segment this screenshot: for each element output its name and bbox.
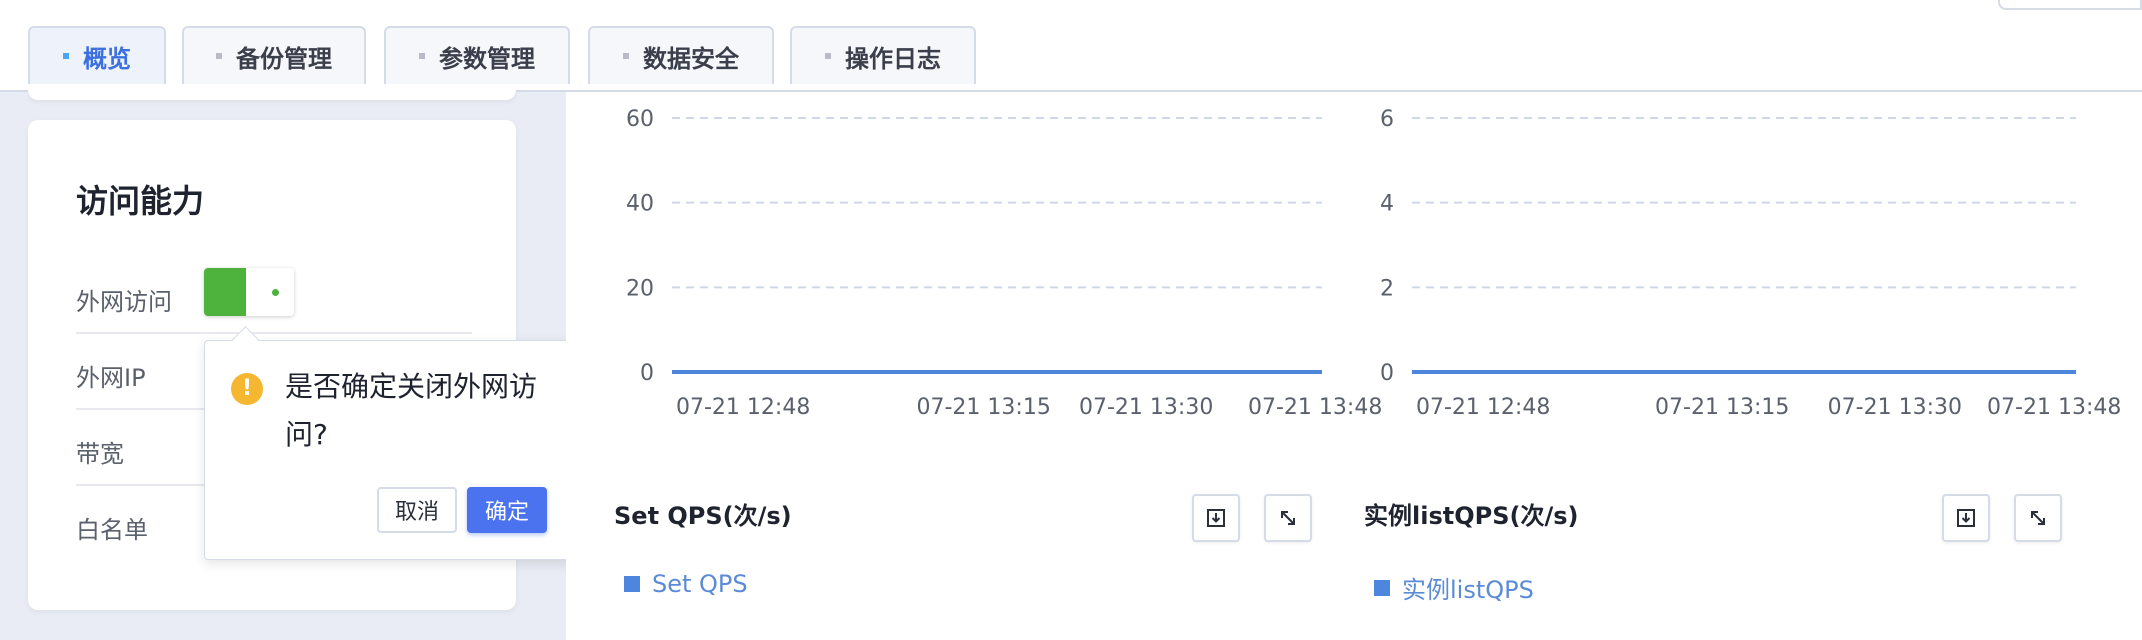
cancel-button[interactable]: 取消 [377, 487, 457, 533]
tab-dot-icon [63, 53, 69, 59]
confirm-button[interactable]: 确定 [467, 487, 547, 533]
tab-dot-icon [216, 53, 222, 59]
y-tick-label: 6 [1380, 107, 1394, 132]
y-tick-label: 60 [626, 107, 654, 132]
chart-title-set-qps: Set QPS(次/s) [614, 502, 792, 530]
y-tick-label: 2 [1380, 276, 1394, 301]
legend-list-qps[interactable]: 实例listQPS [1374, 570, 1534, 605]
x-tick-label: 07-21 13:48 [1987, 395, 2121, 420]
x-tick-label: 07-21 12:48 [1416, 395, 1550, 420]
x-tick-label: 07-21 12:48 [676, 395, 810, 420]
tab-label: 概览 [83, 44, 131, 73]
x-tick-label: 07-21 13:30 [1828, 395, 1962, 420]
public-access-switch[interactable] [204, 268, 294, 316]
access-card-title: 访问能力 [76, 182, 205, 220]
tab-overview[interactable]: 概览 [28, 26, 166, 84]
download-button[interactable] [1192, 494, 1240, 542]
row-label: 外网IP [76, 364, 146, 392]
switch-knob [272, 289, 279, 296]
download-icon [1957, 509, 1975, 527]
legend-swatch [624, 576, 640, 592]
expand-icon [2031, 511, 2045, 525]
x-tick-label: 07-21 13:15 [1655, 395, 1789, 420]
legend-label: Set QPS [652, 570, 748, 598]
expand-icon [1281, 511, 1295, 525]
popconfirm: ! 是否确定关闭外网访问? 取消 确定 [204, 340, 582, 560]
tab-logs[interactable]: 操作日志 [790, 26, 976, 84]
legend-swatch [1374, 579, 1390, 596]
legend-set-qps[interactable]: Set QPS [624, 570, 748, 598]
top-right-box [1998, 0, 2142, 10]
y-tick-label: 40 [626, 192, 654, 217]
row-label: 带宽 [76, 440, 124, 468]
x-tick-label: 07-21 13:48 [1248, 395, 1382, 420]
tab-dot-icon [419, 53, 425, 59]
legend-label: 实例listQPS [1402, 576, 1534, 604]
row-label: 外网访问 [76, 288, 172, 316]
tab-backup[interactable]: 备份管理 [182, 26, 366, 84]
charts-panel: 0 20 40 60 07-21 12:48 07-21 13:15 07-21 13:30… [566, 92, 2142, 640]
chart-1-svg: 020406007-21 12:48 07-21 13:15 07-21 13:30… [626, 107, 2121, 420]
tab-label: 备份管理 [236, 44, 332, 73]
tab-security[interactable]: 数据安全 [588, 26, 774, 84]
y-tick-label: 20 [626, 276, 654, 301]
tab-dot-icon [825, 53, 831, 59]
previous-card-edge [28, 88, 516, 100]
tab-label: 数据安全 [643, 44, 739, 73]
switch-on-fill [204, 268, 246, 316]
row-label: 白名单 [76, 516, 148, 544]
tab-dot-icon [623, 53, 629, 59]
download-button[interactable] [1942, 494, 1990, 542]
x-tick-label: 07-21 13:15 [917, 395, 1051, 420]
tab-label: 参数管理 [439, 44, 535, 73]
tab-bar: 概览 备份管理 参数管理 数据安全 操作日志 [0, 0, 2142, 92]
expand-button[interactable] [2014, 494, 2062, 542]
y-tick-label: 0 [1380, 361, 1394, 386]
chart-title-list-qps: 实例listQPS(次/s) [1364, 502, 1579, 530]
download-icon [1207, 509, 1225, 527]
y-tick-label: 0 [640, 361, 654, 386]
warning-icon: ! [231, 373, 263, 405]
tab-params[interactable]: 参数管理 [384, 26, 570, 84]
y-tick-label: 4 [1380, 192, 1394, 217]
expand-button[interactable] [1264, 494, 1312, 542]
popconfirm-message: 是否确定关闭外网访问? [285, 370, 538, 451]
tab-label: 操作日志 [845, 44, 941, 73]
x-tick-label: 07-21 13:30 [1079, 395, 1213, 420]
